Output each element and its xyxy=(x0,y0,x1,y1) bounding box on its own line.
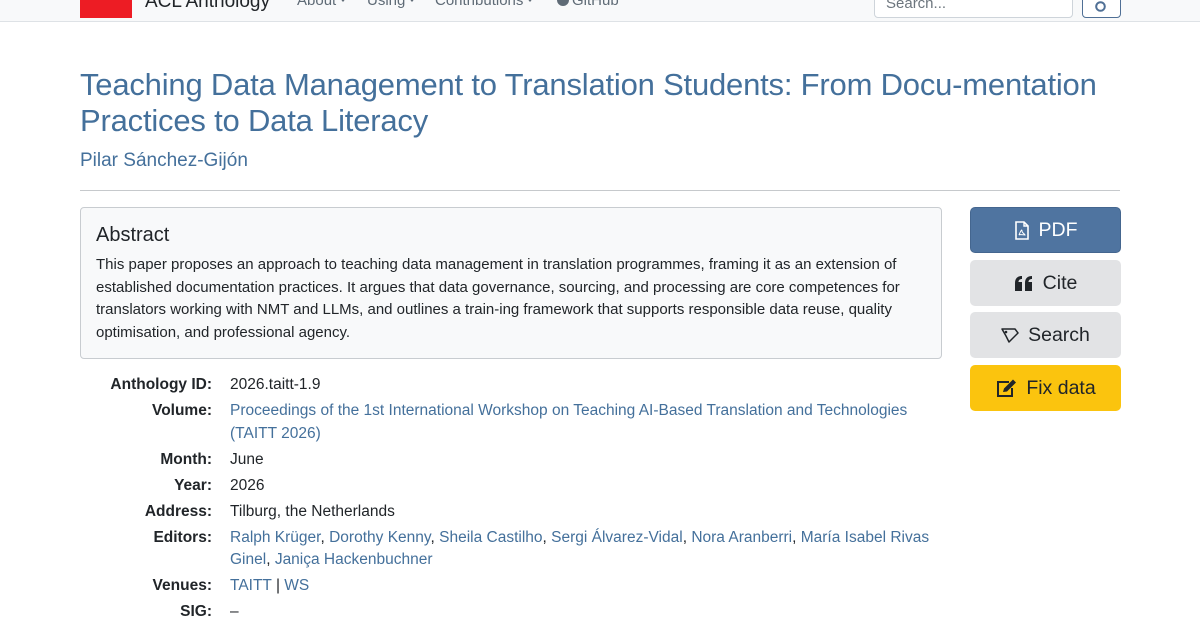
sig-label: SIG: xyxy=(180,603,212,620)
address-value: Tilburg, the Netherlands xyxy=(230,502,395,520)
detail-row-anthology-id: Anthology ID: 2026.taitt-1.9 xyxy=(80,374,950,397)
nav-using[interactable]: Using xyxy=(367,0,417,9)
caret-down-icon xyxy=(526,0,535,2)
venue-link[interactable]: WS xyxy=(284,577,309,594)
detail-row-month: Month: June xyxy=(80,449,950,472)
venue-link[interactable]: TAITT xyxy=(230,577,272,594)
abstract-heading: Abstract xyxy=(96,224,170,246)
github-icon xyxy=(557,0,569,6)
search-input[interactable] xyxy=(874,0,1073,18)
volume-label: Volume: xyxy=(152,402,212,419)
divider xyxy=(80,190,1120,191)
author-link[interactable]: Pilar Sánchez-Gijón xyxy=(80,150,248,172)
volume-link[interactable]: Proceedings of the 1st International Wor… xyxy=(230,402,907,442)
month-label: Month: xyxy=(160,450,212,468)
editor-link[interactable]: Ralph Krüger xyxy=(230,529,320,546)
nav-contributions[interactable]: Contributions xyxy=(435,0,535,9)
cite-button-label: Cite xyxy=(1042,271,1078,294)
search-tag-icon xyxy=(1001,328,1019,343)
anthology-id-value: 2026.taitt-1.9 xyxy=(230,376,321,393)
nav-about[interactable]: About xyxy=(297,0,348,9)
edit-icon xyxy=(997,379,1017,397)
detail-row-volume: Volume: Proceedings of the 1st Internati… xyxy=(80,400,950,445)
caret-down-icon xyxy=(339,0,348,2)
search-tag-button[interactable]: Search xyxy=(970,312,1121,358)
acl-logo[interactable] xyxy=(80,0,132,18)
search-icon xyxy=(1095,1,1106,12)
file-pdf-icon xyxy=(1014,220,1029,240)
anthology-id-label: Anthology ID: xyxy=(110,376,212,393)
quote-icon xyxy=(1014,275,1032,291)
venues-list: TAITT | WS xyxy=(230,575,950,598)
search-button-label: Search xyxy=(1028,323,1090,346)
brand-name[interactable]: ACL Anthology xyxy=(145,0,270,13)
detail-row-sig: SIG: – xyxy=(80,601,950,624)
editor-link[interactable]: Sergi Álvarez-Vidal xyxy=(551,529,683,546)
nav-github[interactable]: GitHub xyxy=(557,0,619,9)
paper-details: Anthology ID: 2026.taitt-1.9 Volume: Pro… xyxy=(80,374,950,627)
paper-title: Teaching Data Management to Translation … xyxy=(80,67,1097,138)
top-navbar: ACL Anthology About Using Contributions … xyxy=(0,0,1200,22)
abstract-text: This paper proposes an approach to teach… xyxy=(96,256,900,341)
search-button[interactable] xyxy=(1082,0,1121,18)
detail-row-venues: Venues: TAITT | WS xyxy=(80,575,950,598)
detail-row-year: Year: 2026 xyxy=(80,475,950,498)
sig-value: – xyxy=(230,603,239,620)
year-label: Year: xyxy=(174,476,212,494)
cite-button[interactable]: Cite xyxy=(970,260,1121,306)
editor-link[interactable]: Sheila Castilho xyxy=(439,529,542,546)
pdf-button[interactable]: PDF xyxy=(970,207,1121,253)
address-label: Address: xyxy=(144,502,212,520)
pdf-button-label: PDF xyxy=(1038,218,1078,241)
editor-link[interactable]: Nora Aranberri xyxy=(691,529,792,546)
fix-data-button-label: Fix data xyxy=(1026,376,1096,399)
venue-separator: | xyxy=(275,577,280,594)
year-value: 2026 xyxy=(230,476,265,494)
fix-data-button[interactable]: Fix data xyxy=(970,365,1121,411)
editor-link[interactable]: Janiça Hackenbuchner xyxy=(275,551,433,568)
venues-label: Venues: xyxy=(152,577,212,594)
abstract-card: Abstract This paper proposes an approach… xyxy=(80,207,942,359)
detail-row-editors: Editors: Ralph Krüger, Dorothy Kenny, Sh… xyxy=(80,527,950,572)
editors-list: Ralph Krüger, Dorothy Kenny, Sheila Cast… xyxy=(230,528,930,569)
detail-row-address: Address: Tilburg, the Netherlands xyxy=(80,501,950,524)
caret-down-icon xyxy=(408,0,417,2)
month-value: June xyxy=(230,450,264,468)
editor-link[interactable]: Dorothy Kenny xyxy=(329,529,430,546)
editors-label: Editors: xyxy=(153,528,212,546)
